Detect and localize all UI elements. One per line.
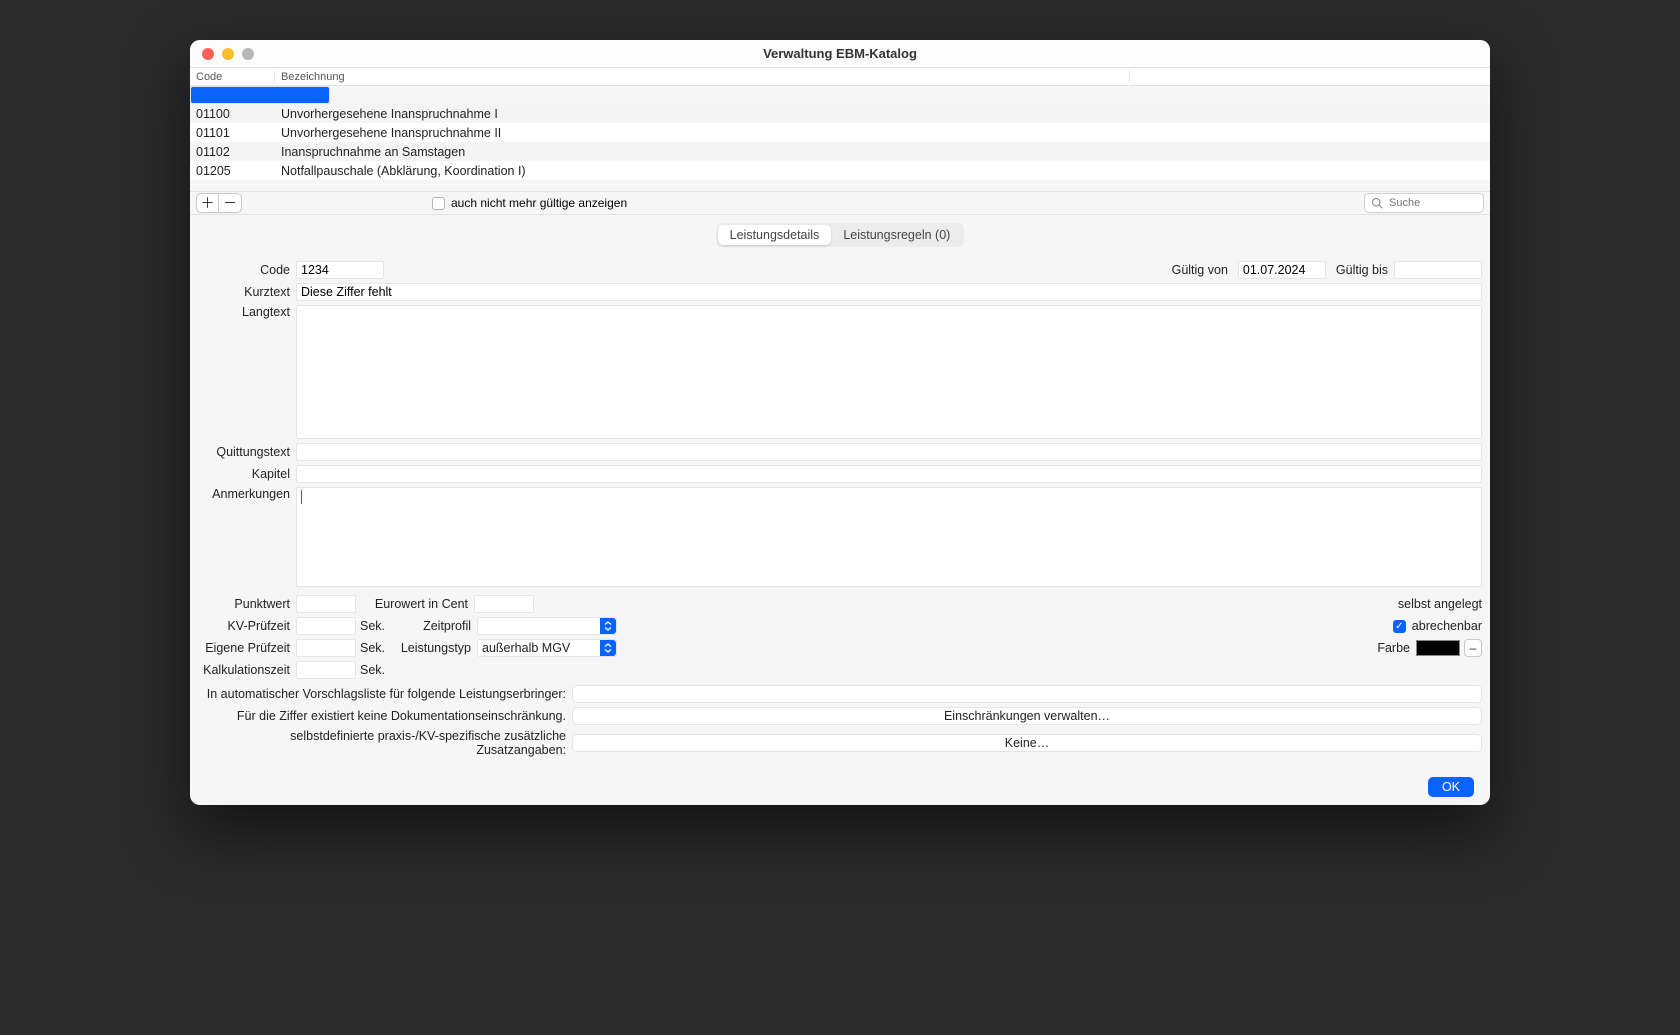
einschr-button[interactable]: Einschränkungen verwalten…	[572, 707, 1482, 725]
punktwert-field[interactable]	[296, 595, 356, 613]
col-code[interactable]: Code	[190, 71, 275, 83]
unit-sek-3: Sek.	[360, 663, 385, 677]
lbl-abrechenbar: abrechenbar	[1412, 619, 1482, 633]
table-row[interactable]: 01205 Notfallpauschale (Abklärung, Koord…	[190, 161, 1490, 180]
kalk-field[interactable]	[296, 661, 356, 679]
lbl-selbst-angelegt: selbst angelegt	[1398, 597, 1482, 611]
lbl-eigene-pruef: Eigene Prüfzeit	[198, 641, 296, 655]
table-row[interactable]	[190, 86, 330, 104]
search-field[interactable]	[1364, 193, 1484, 213]
show-invalid-checkbox[interactable]	[432, 197, 445, 210]
code-field[interactable]	[296, 261, 384, 279]
ok-button[interactable]: OK	[1428, 777, 1474, 797]
kv-pruef-field[interactable]	[296, 617, 356, 635]
lbl-doku-hint: Für die Ziffer existiert keine Dokumenta…	[198, 709, 572, 723]
valid-from-field[interactable]	[1238, 261, 1326, 279]
search-icon	[1371, 197, 1383, 209]
valid-to-field[interactable]	[1394, 261, 1482, 279]
lbl-auto-vorschlag: In automatischer Vorschlagsliste für fol…	[198, 687, 572, 701]
lbl-code: Code	[198, 263, 296, 277]
lbl-punktwert: Punktwert	[198, 597, 296, 611]
table-row[interactable]: 01100 Unvorhergesehene Inanspruchnahme I	[190, 104, 1490, 123]
remove-button[interactable]: －	[219, 194, 241, 212]
langtext-field[interactable]	[296, 305, 1482, 439]
window: Verwaltung EBM-Katalog Code Bezeichnung …	[190, 40, 1490, 805]
lbl-kapitel: Kapitel	[198, 467, 296, 481]
detail-form: Code Gültig von Gültig bis Kurztext Lang…	[190, 255, 1490, 805]
search-input[interactable]	[1387, 196, 1477, 210]
lbl-valid-to: Gültig bis	[1336, 263, 1388, 277]
vorschlag-button[interactable]	[572, 685, 1482, 703]
lbl-kv-pruef: KV-Prüfzeit	[198, 619, 296, 633]
lbl-eurowert: Eurowert in Cent	[356, 597, 474, 611]
tab-details[interactable]: Leistungsdetails	[718, 225, 832, 245]
abrechenbar-checkbox[interactable]: ✓	[1393, 620, 1406, 633]
add-button[interactable]: ＋	[197, 194, 219, 212]
lbl-anmerk: Anmerkungen	[198, 487, 296, 501]
leistungstyp-select[interactable]: außerhalb MGV	[477, 639, 617, 657]
table-header: Code Bezeichnung	[190, 68, 1490, 86]
kurztext-field[interactable]	[296, 283, 1482, 301]
lbl-valid-from: Gültig von	[1172, 263, 1228, 277]
lbl-kurztext: Kurztext	[198, 285, 296, 299]
unit-sek-1: Sek.	[360, 619, 385, 633]
show-invalid-label: auch nicht mehr gültige anzeigen	[451, 196, 627, 210]
lbl-kalk: Kalkulationszeit	[198, 663, 296, 677]
titlebar: Verwaltung EBM-Katalog	[190, 40, 1490, 68]
lbl-zusatz: selbstdefinierte praxis-/KV-spezifische …	[198, 729, 572, 757]
anmerk-field[interactable]	[296, 487, 1482, 587]
table-row[interactable]: 01102 Inanspruchnahme an Samstagen	[190, 142, 1490, 161]
tabs: Leistungsdetails Leistungsregeln (0)	[190, 215, 1490, 255]
color-swatch[interactable]	[1416, 640, 1460, 656]
footer: OK	[198, 769, 1482, 805]
chevron-updown-icon	[600, 640, 616, 656]
lbl-farbe: Farbe	[1377, 641, 1410, 655]
chevron-updown-icon	[600, 618, 616, 634]
list-toolbar: ＋ － auch nicht mehr gültige anzeigen	[190, 191, 1490, 215]
color-reset-button[interactable]: –	[1464, 639, 1482, 657]
tab-rules[interactable]: Leistungsregeln (0)	[831, 225, 962, 245]
unit-sek-2: Sek.	[360, 641, 385, 655]
zeitprofil-select[interactable]	[477, 617, 617, 635]
kapitel-field[interactable]	[296, 465, 1482, 483]
lbl-zeitprofil: Zeitprofil	[385, 619, 477, 633]
eurowert-field[interactable]	[474, 595, 534, 613]
lbl-leistungstyp: Leistungstyp	[385, 641, 477, 655]
quittung-field[interactable]	[296, 443, 1482, 461]
code-list[interactable]: 01100 Unvorhergesehene Inanspruchnahme I…	[190, 86, 1490, 191]
lbl-langtext: Langtext	[198, 305, 296, 319]
table-row[interactable]: 01101 Unvorhergesehene Inanspruchnahme I…	[190, 123, 1490, 142]
col-desc[interactable]: Bezeichnung	[275, 71, 1130, 83]
zusatz-button[interactable]: Keine…	[572, 734, 1482, 752]
lbl-quittung: Quittungstext	[198, 445, 296, 459]
add-remove-group: ＋ －	[196, 193, 242, 213]
window-title: Verwaltung EBM-Katalog	[190, 46, 1490, 61]
eigene-pruef-field[interactable]	[296, 639, 356, 657]
